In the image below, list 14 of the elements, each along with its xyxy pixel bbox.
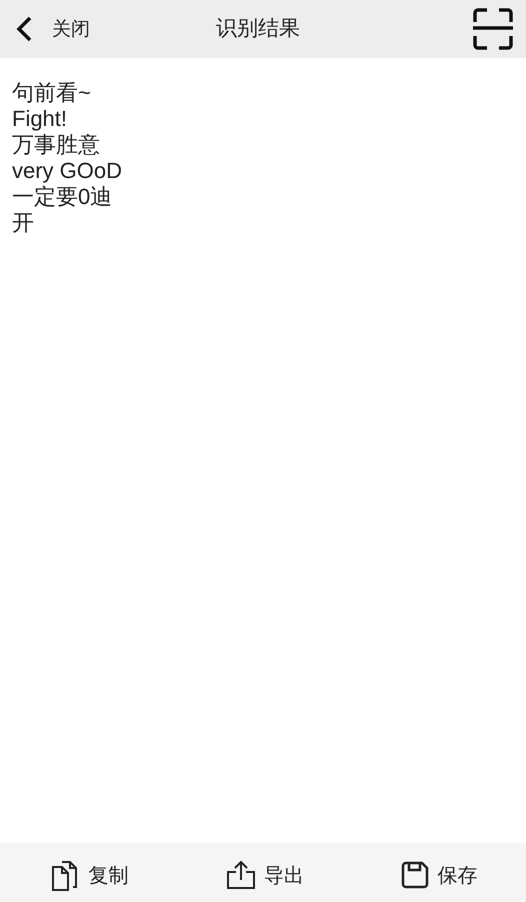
result-text-line: 一定要0迪 [12,184,114,210]
scan-icon[interactable] [472,8,514,50]
toolbar-button[interactable]: 保存 [401,860,478,890]
toolbar-button[interactable]: 复制 [48,858,129,890]
result-text-line: 开 [12,210,35,236]
result-text-line: very GOoD [12,158,124,184]
result-text-line: Fight! [12,106,68,132]
page-title: 识别结果 [216,15,300,42]
result-text-line: 句前看~ [12,80,92,106]
upload-icon [226,860,256,890]
back-button[interactable]: 关闭 [12,14,94,44]
chevron-left-icon [16,16,32,42]
result-text-line: 万事胜意 [12,132,101,158]
toolbar-button[interactable]: 导出 [226,860,304,890]
